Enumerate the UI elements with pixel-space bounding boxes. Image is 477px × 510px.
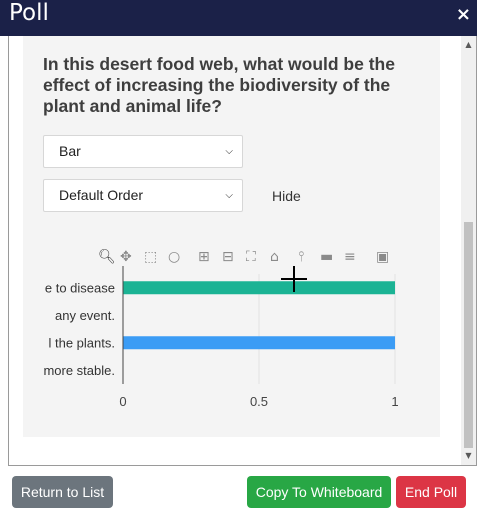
order-value: Default Order — [59, 187, 144, 203]
crosshair-cursor-icon — [281, 266, 307, 292]
chart-modebar: 🔍︎ ✥ ⬚ ○ ⊞ ⊟ ⛶ ⌂ ⫯ ▬ ≡ ▣ — [98, 248, 408, 268]
chart-bar[interactable] — [123, 336, 395, 350]
lasso-select-icon[interactable]: ○ — [168, 248, 180, 266]
category-label: e to disease — [45, 280, 115, 295]
order-select[interactable]: Default Order ⌵ — [43, 179, 243, 212]
category-label: l the plants. — [49, 335, 116, 350]
scroll-up-icon[interactable]: ▲ — [461, 38, 476, 52]
modal-header: Poll × — [0, 0, 477, 36]
spike-lines-icon[interactable]: ⫯ — [298, 248, 304, 266]
hover-compare-icon[interactable]: ≡ — [344, 248, 356, 266]
x-tick-label: 1 — [391, 394, 398, 406]
chart-type-select[interactable]: Bar ⌵ — [43, 135, 243, 168]
scroll-frame: In this desert food web, what would be t… — [8, 36, 477, 466]
chart-bar[interactable] — [123, 281, 395, 295]
poll-bar-chart: e to disease any event. l the plants. more … — [43, 266, 399, 406]
box-select-icon[interactable]: ⬚ — [144, 248, 157, 266]
hide-button[interactable]: Hide — [272, 188, 301, 204]
modal-title: Poll — [9, 0, 49, 26]
x-tick-label: 0.5 — [250, 394, 268, 406]
chart-type-value: Bar — [59, 143, 81, 159]
zoom-icon[interactable]: 🔍︎ — [98, 248, 116, 266]
copy-to-whiteboard-button[interactable]: Copy To Whiteboard — [247, 476, 391, 508]
close-icon[interactable]: × — [456, 6, 471, 24]
chevron-down-icon: ⌵ — [225, 146, 233, 157]
chevron-down-icon: ⌵ — [225, 190, 233, 201]
poll-question: In this desert food web, what would be t… — [43, 54, 395, 116]
scroll-down-icon[interactable]: ▼ — [461, 449, 476, 463]
return-to-list-button[interactable]: Return to List — [12, 476, 113, 508]
x-tick-label: 0 — [119, 394, 126, 406]
reset-axes-icon[interactable]: ⌂ — [270, 248, 279, 266]
scrollbar-thumb[interactable] — [464, 222, 473, 448]
poll-panel: In this desert food web, what would be t… — [23, 36, 440, 437]
vertical-scrollbar[interactable]: ▲ ▼ — [461, 36, 476, 465]
category-label: more stable. — [43, 363, 115, 378]
category-label: any event. — [55, 308, 115, 323]
end-poll-button[interactable]: End Poll — [396, 476, 466, 508]
autoscale-icon[interactable]: ⛶ — [246, 248, 256, 266]
zoom-out-icon[interactable]: ⊟ — [222, 248, 234, 266]
hover-closest-icon[interactable]: ▬ — [320, 248, 333, 266]
zoom-in-icon[interactable]: ⊞ — [198, 248, 210, 266]
camera-icon[interactable]: ▣ — [376, 248, 389, 266]
pan-icon[interactable]: ✥ — [120, 248, 132, 266]
